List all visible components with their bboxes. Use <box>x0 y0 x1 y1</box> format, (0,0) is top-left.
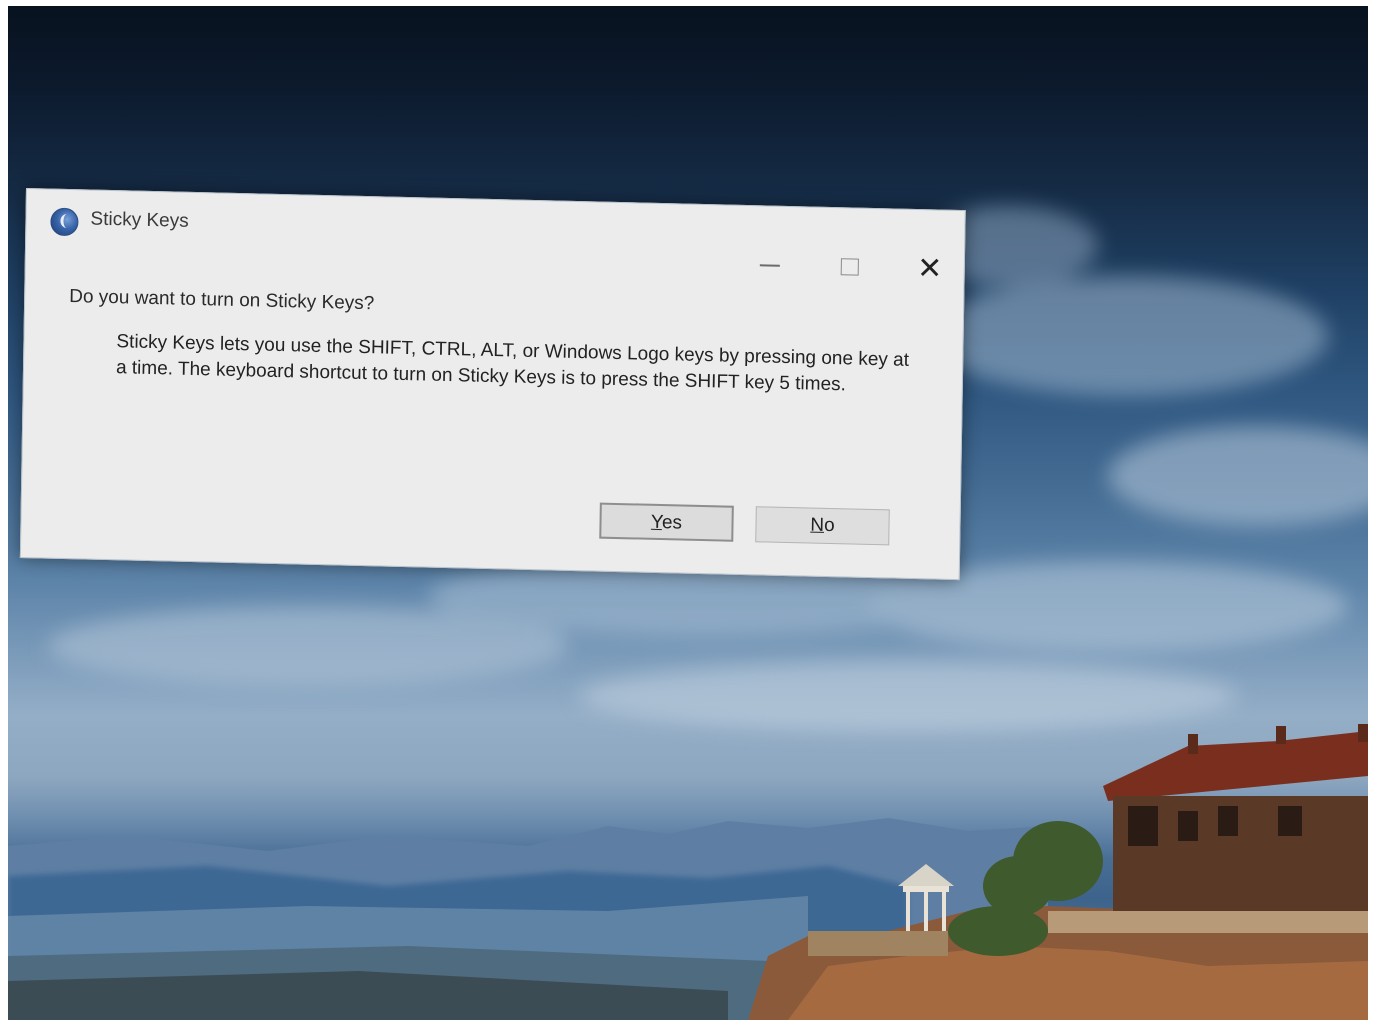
no-label-rest: o <box>823 514 835 537</box>
yes-label-rest: es <box>661 512 683 534</box>
dialog-question: Do you want to turn on Sticky Keys? <box>69 286 375 315</box>
no-hotkey: N <box>810 514 825 536</box>
yes-button[interactable]: Yes <box>599 502 734 542</box>
maximize-icon[interactable] <box>825 248 874 287</box>
no-button[interactable]: No <box>755 506 890 546</box>
accessibility-app-icon <box>50 207 79 237</box>
dialog-title: Sticky Keys <box>90 208 189 232</box>
dialog-body-text: Sticky Keys lets you use the SHIFT, CTRL… <box>115 331 910 396</box>
sticky-keys-dialog: Sticky Keys ✕ Do you want to turn on Sti… <box>19 188 966 581</box>
minimize-icon[interactable] <box>746 246 795 285</box>
close-icon[interactable]: ✕ <box>905 250 954 289</box>
desktop-screen: Sticky Keys ✕ Do you want to turn on Sti… <box>8 6 1368 1020</box>
